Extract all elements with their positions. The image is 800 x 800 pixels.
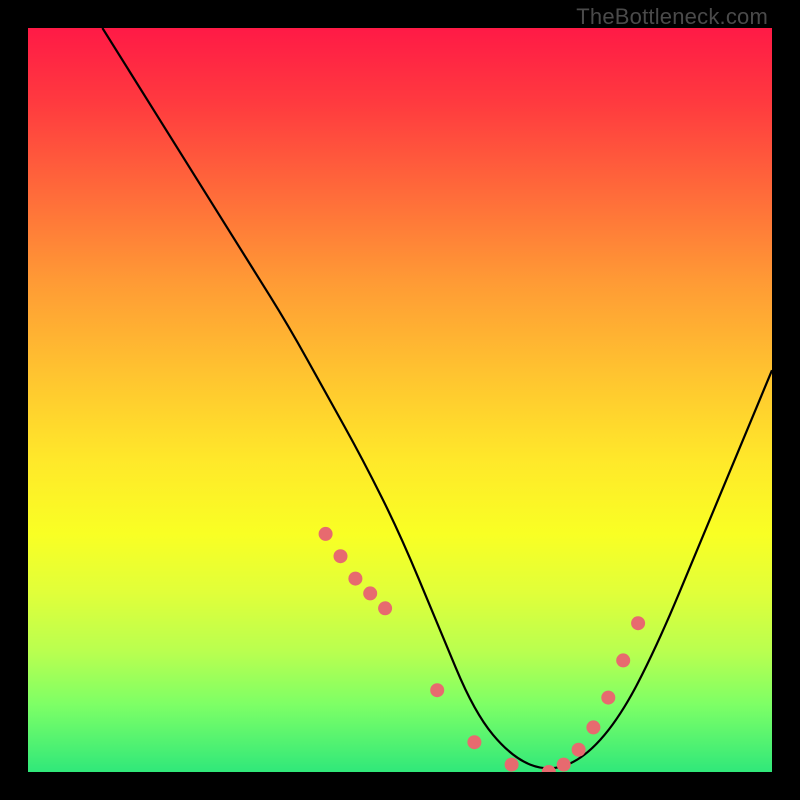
marker-dot — [586, 720, 600, 734]
marker-dot — [430, 683, 444, 697]
marker-dot — [319, 527, 333, 541]
chart-frame — [28, 28, 772, 772]
marker-dot — [616, 653, 630, 667]
marker-dot — [378, 601, 392, 615]
marker-dot — [557, 758, 571, 772]
curve-layer — [28, 28, 772, 772]
marker-dot — [542, 765, 556, 772]
bottleneck-curve — [102, 28, 772, 768]
marker-dot — [505, 758, 519, 772]
marker-dot — [601, 691, 615, 705]
watermark-text: TheBottleneck.com — [576, 4, 768, 30]
marker-dot — [363, 586, 377, 600]
marker-dots — [319, 527, 645, 772]
marker-dot — [334, 549, 348, 563]
marker-dot — [631, 616, 645, 630]
marker-dot — [348, 572, 362, 586]
marker-dot — [467, 735, 481, 749]
marker-dot — [572, 743, 586, 757]
